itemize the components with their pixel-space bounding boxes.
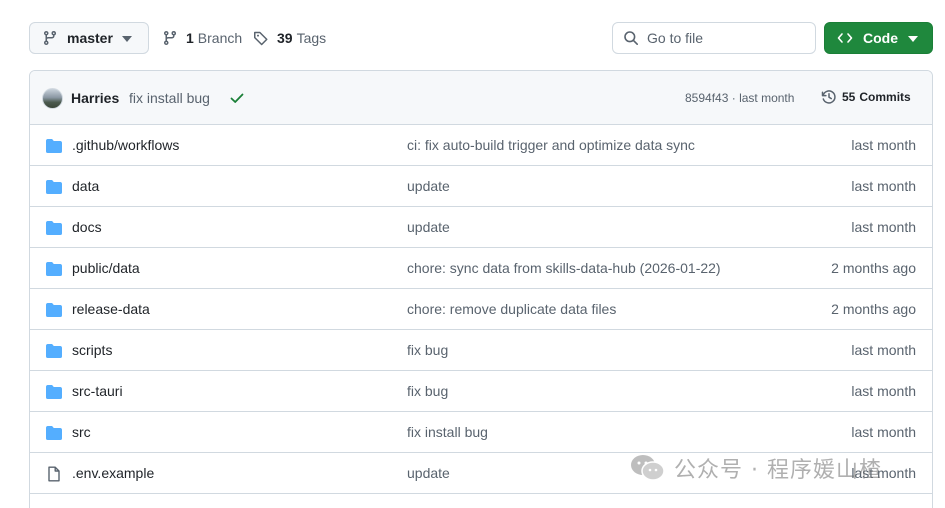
- repo-toolbar: master 1 Branch 39 Tags Go to file Code: [0, 0, 945, 70]
- file-row[interactable]: public/data chore: sync data from skills-…: [30, 248, 932, 289]
- folder-icon: [46, 262, 62, 276]
- commit-message[interactable]: fix install bug: [129, 90, 210, 106]
- file-commit-time: last month: [851, 342, 916, 358]
- file-commit-time: 2 months ago: [831, 260, 916, 276]
- folder-icon: [46, 385, 62, 399]
- file-row[interactable]: src fix install bug last month: [30, 412, 932, 453]
- file-commit-time: last month: [851, 424, 916, 440]
- commit-hash-info[interactable]: 8594f43 · last month: [685, 91, 794, 105]
- file-name[interactable]: src-tauri: [72, 383, 123, 399]
- search-icon: [624, 31, 638, 45]
- branch-selector-button[interactable]: master: [29, 22, 149, 54]
- caret-down-icon: [908, 36, 918, 42]
- file-commit-message[interactable]: fix bug: [407, 342, 448, 358]
- file-commit-message[interactable]: update: [407, 178, 450, 194]
- check-icon[interactable]: [229, 90, 245, 106]
- file-type-icon: [46, 179, 62, 198]
- git-branch-icon: [43, 31, 56, 46]
- file-commit-time: last month: [851, 178, 916, 194]
- file-type-icon: [46, 220, 62, 239]
- file-row[interactable]: .env.example update last month: [30, 453, 932, 494]
- file-name[interactable]: data: [72, 178, 99, 194]
- code-button[interactable]: Code: [824, 22, 933, 54]
- file-name[interactable]: release-data: [72, 301, 150, 317]
- branch-name: master: [67, 30, 113, 46]
- file-icon: [48, 466, 60, 482]
- file-name[interactable]: docs: [72, 219, 102, 235]
- commit-time: last month: [739, 91, 795, 105]
- folder-icon: [46, 426, 62, 440]
- file-commit-message[interactable]: update: [407, 465, 450, 481]
- tag-count: 39: [277, 30, 293, 46]
- file-commit-message[interactable]: ci: fix auto-build trigger and optimize …: [407, 137, 695, 153]
- git-branch-icon: [163, 31, 176, 46]
- branch-count: 1: [186, 30, 194, 46]
- file-row[interactable]: .github/workflows ci: fix auto-build trig…: [30, 125, 932, 166]
- tag-label: Tags: [296, 30, 327, 46]
- file-commit-time: last month: [851, 383, 916, 399]
- commit-separator: ·: [731, 91, 736, 105]
- file-commit-message[interactable]: chore: sync data from skills-data-hub (2…: [407, 260, 721, 276]
- go-to-file-placeholder: Go to file: [647, 30, 704, 46]
- file-type-icon: [46, 466, 62, 485]
- file-row[interactable]: src-tauri fix bug last month: [30, 371, 932, 412]
- history-icon: [821, 90, 836, 104]
- commit-author[interactable]: Harries: [71, 90, 119, 106]
- file-name[interactable]: scripts: [72, 342, 112, 358]
- file-type-icon: [46, 261, 62, 280]
- avatar[interactable]: [42, 88, 63, 109]
- file-name[interactable]: public/data: [72, 260, 140, 276]
- caret-down-icon: [122, 36, 132, 42]
- commit-label: Commits: [859, 90, 911, 104]
- folder-icon: [46, 344, 62, 358]
- file-type-icon: [46, 425, 62, 444]
- commits-history-link[interactable]: 55 Commits: [821, 89, 911, 105]
- branch-label: Branch: [197, 30, 243, 46]
- file-name[interactable]: src: [72, 424, 91, 440]
- file-commit-message[interactable]: fix bug: [407, 383, 448, 399]
- file-name[interactable]: .github/workflows: [72, 137, 179, 153]
- file-commit-time: 2 months ago: [831, 301, 916, 317]
- file-browser: Harries fix install bug 8594f43 · last m…: [29, 70, 933, 508]
- file-row[interactable]: release-data chore: remove duplicate data…: [30, 289, 932, 330]
- tags-link[interactable]: 39 Tags: [253, 22, 326, 54]
- code-icon: [837, 33, 853, 43]
- folder-icon: [46, 180, 62, 194]
- file-commit-message[interactable]: fix install bug: [407, 424, 488, 440]
- file-list: .github/workflows ci: fix auto-build trig…: [30, 125, 932, 494]
- file-commit-message[interactable]: chore: remove duplicate data files: [407, 301, 616, 317]
- file-row[interactable]: scripts fix bug last month: [30, 330, 932, 371]
- file-name[interactable]: .env.example: [72, 465, 154, 481]
- commit-hash: 8594f43: [685, 91, 729, 105]
- branches-link[interactable]: 1 Branch: [162, 22, 242, 54]
- commit-count: 55: [842, 90, 856, 104]
- file-type-icon: [46, 384, 62, 403]
- file-type-icon: [46, 343, 62, 362]
- code-button-label: Code: [863, 30, 898, 46]
- latest-commit-bar: Harries fix install bug 8594f43 · last m…: [30, 71, 932, 125]
- file-row[interactable]: docs update last month: [30, 207, 932, 248]
- file-row[interactable]: data update last month: [30, 166, 932, 207]
- folder-icon: [46, 303, 62, 317]
- file-type-icon: [46, 138, 62, 157]
- file-commit-time: last month: [851, 465, 916, 481]
- file-commit-message[interactable]: update: [407, 219, 450, 235]
- tag-icon: [254, 31, 268, 46]
- file-commit-time: last month: [851, 137, 916, 153]
- folder-icon: [46, 221, 62, 235]
- go-to-file-input[interactable]: Go to file: [612, 22, 816, 54]
- folder-icon: [46, 139, 62, 153]
- file-type-icon: [46, 302, 62, 321]
- file-commit-time: last month: [851, 219, 916, 235]
